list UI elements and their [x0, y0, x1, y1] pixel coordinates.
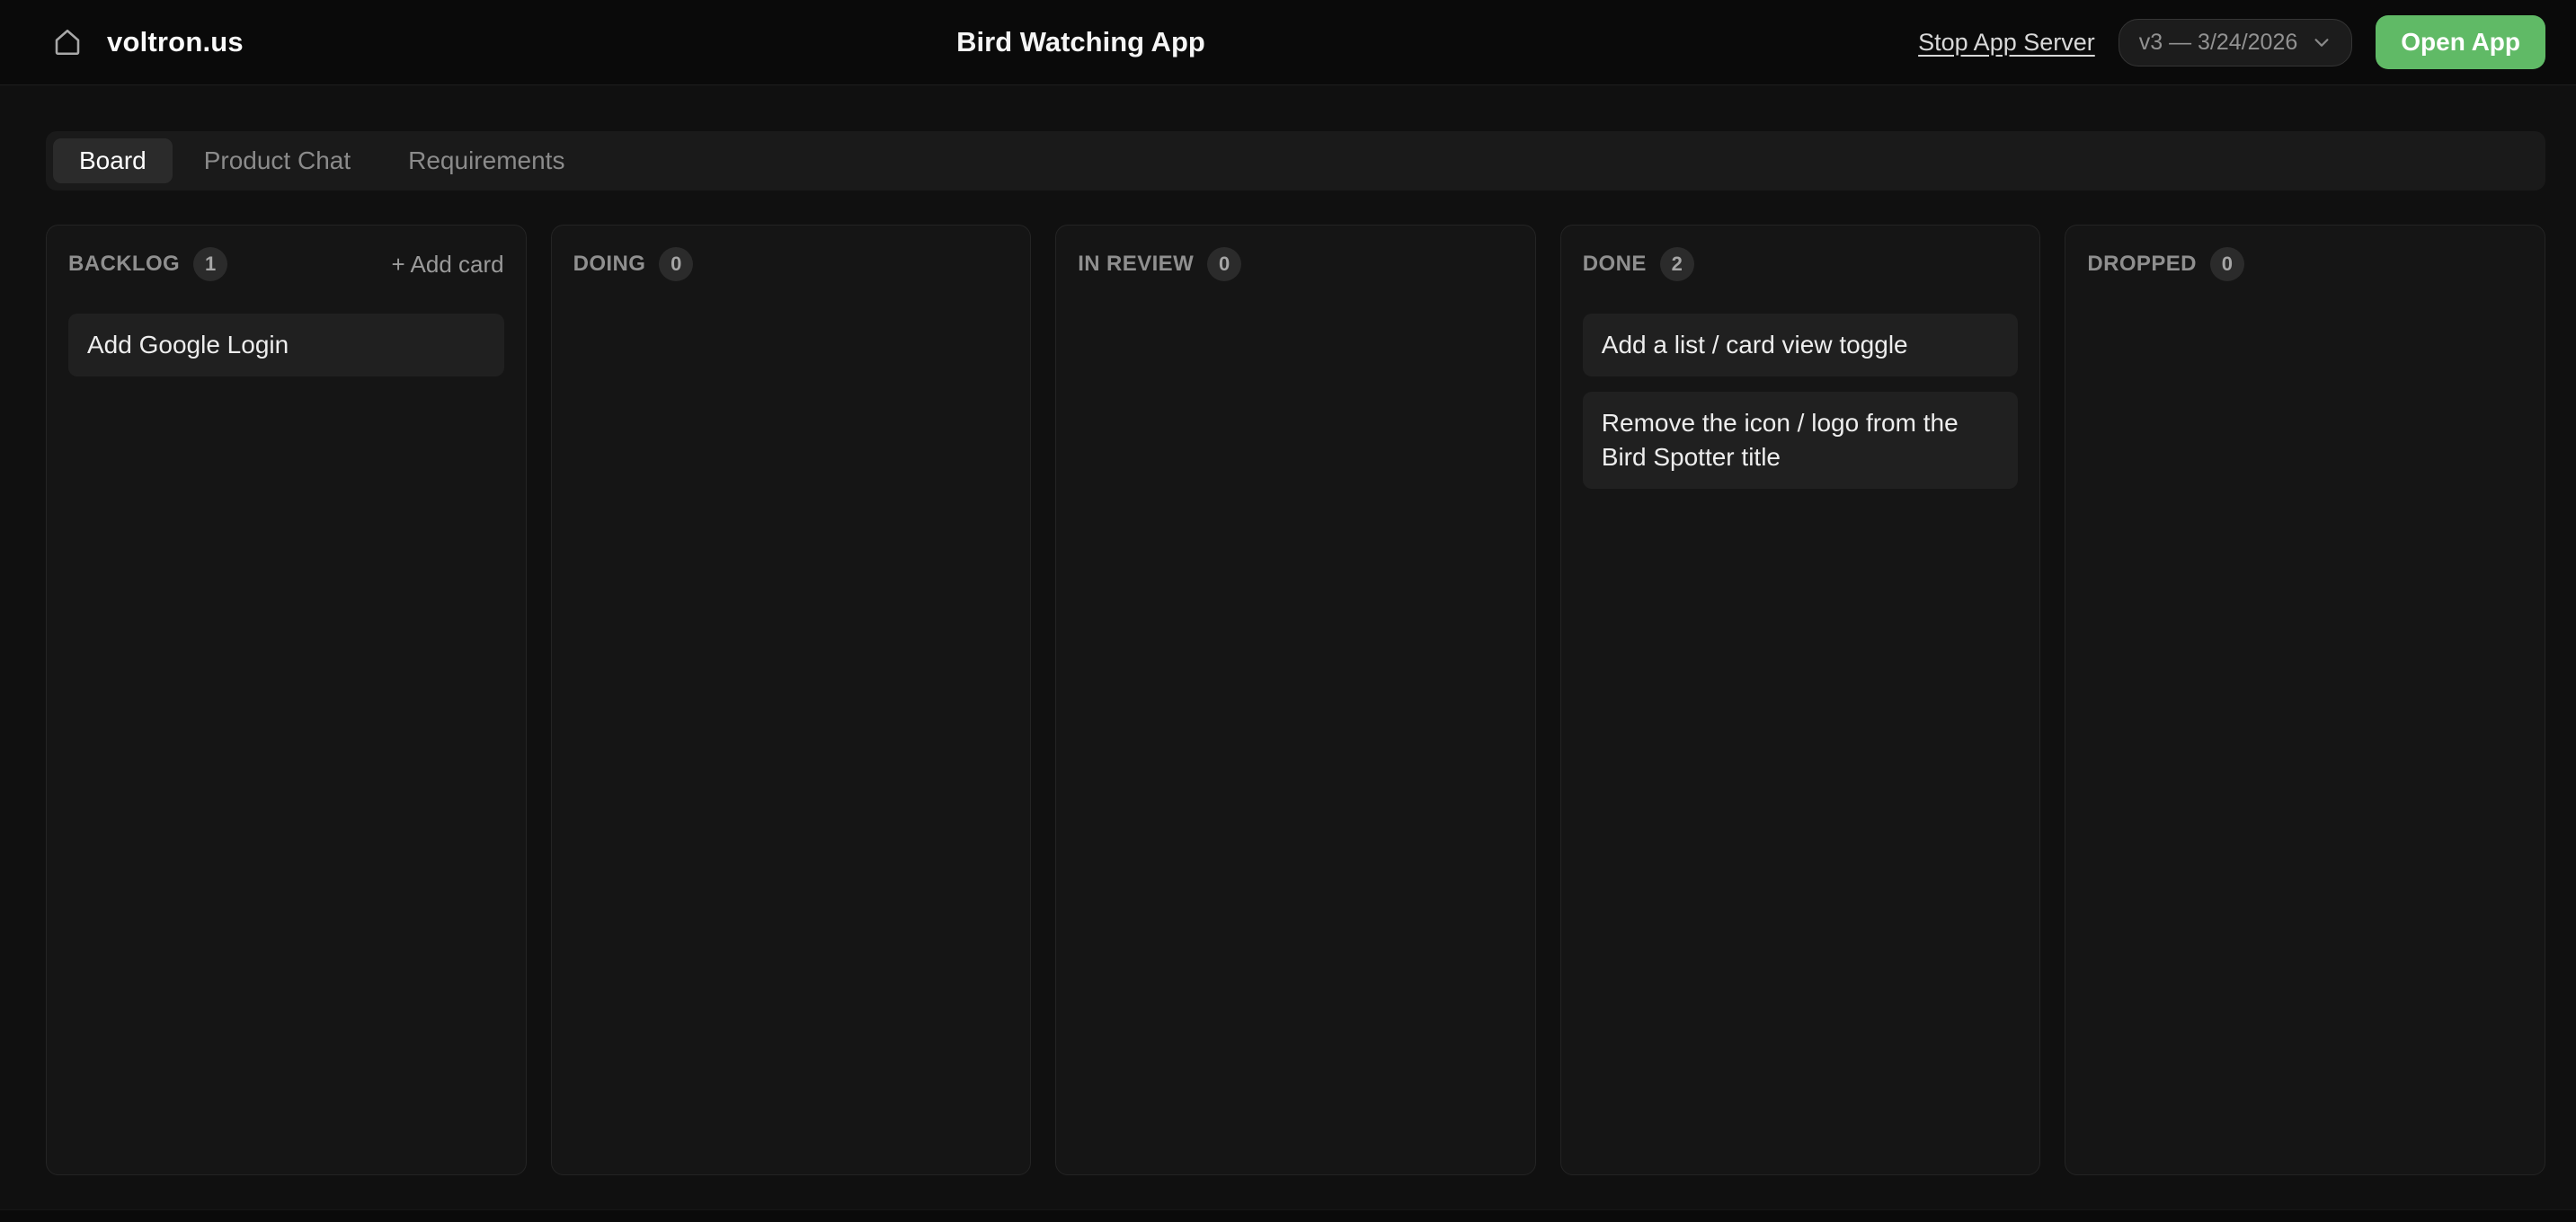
- topbar-actions: Stop App Server v3 — 3/24/2026 Open App: [1918, 15, 2545, 69]
- tab-bar: Board Product Chat Requirements: [46, 131, 2545, 190]
- card-count-badge: 1: [193, 247, 228, 281]
- column-header: DONE 2: [1583, 247, 2019, 281]
- column-doing: DOING 0: [550, 225, 1032, 1175]
- card-count-badge: 0: [659, 247, 694, 281]
- column-header: DOING 0: [573, 247, 1009, 281]
- column-title: BACKLOG: [68, 252, 181, 276]
- column-title: DROPPED: [2087, 252, 2197, 276]
- app-page: voltron.us Bird Watching App Stop App Se…: [0, 0, 2576, 1222]
- home-icon[interactable]: [51, 26, 84, 58]
- column-title: IN REVIEW: [1078, 252, 1195, 276]
- brand-name: voltron.us: [107, 26, 244, 58]
- version-dropdown-value: v3 — 3/24/2026: [2138, 29, 2298, 55]
- column-done: DONE 2 Add a list / card view toggle Rem…: [1559, 225, 2041, 1175]
- add-card-button[interactable]: + Add card: [392, 251, 504, 279]
- column-header: BACKLOG 1 + Add card: [68, 247, 504, 281]
- window-bottom-edge: [0, 1209, 2576, 1222]
- brand[interactable]: voltron.us: [51, 26, 244, 58]
- stop-app-server-link[interactable]: Stop App Server: [1918, 29, 2095, 57]
- kanban-card[interactable]: Remove the icon / logo from the Bird Spo…: [1582, 392, 2019, 489]
- column-title: DONE: [1582, 252, 1647, 276]
- kanban-board: BACKLOG 1 + Add card Add Google Login DO…: [46, 225, 2545, 1175]
- tab-requirements[interactable]: Requirements: [382, 138, 591, 183]
- card-count-badge: 0: [2209, 247, 2244, 281]
- column-header: IN REVIEW 0: [1078, 247, 1514, 281]
- column-dropped: DROPPED 0: [2065, 225, 2545, 1175]
- card-count-badge: 0: [1207, 247, 1242, 281]
- open-app-button[interactable]: Open App: [2376, 15, 2545, 69]
- app-title: Bird Watching App: [956, 26, 1205, 58]
- tab-product-chat[interactable]: Product Chat: [178, 138, 377, 183]
- chevron-down-icon: [2312, 32, 2332, 52]
- kanban-card[interactable]: Add Google Login: [68, 314, 504, 376]
- version-dropdown[interactable]: v3 — 3/24/2026: [2118, 18, 2353, 66]
- column-in-review: IN REVIEW 0: [1055, 225, 1536, 1175]
- kanban-card[interactable]: Add a list / card view toggle: [1582, 314, 2019, 376]
- card-count-badge: 2: [1659, 247, 1694, 281]
- top-bar: voltron.us Bird Watching App Stop App Se…: [0, 0, 2576, 85]
- column-backlog: BACKLOG 1 + Add card Add Google Login: [46, 225, 527, 1175]
- column-header: DROPPED 0: [2087, 247, 2523, 281]
- tab-board[interactable]: Board: [53, 138, 173, 183]
- column-title: DOING: [573, 252, 646, 276]
